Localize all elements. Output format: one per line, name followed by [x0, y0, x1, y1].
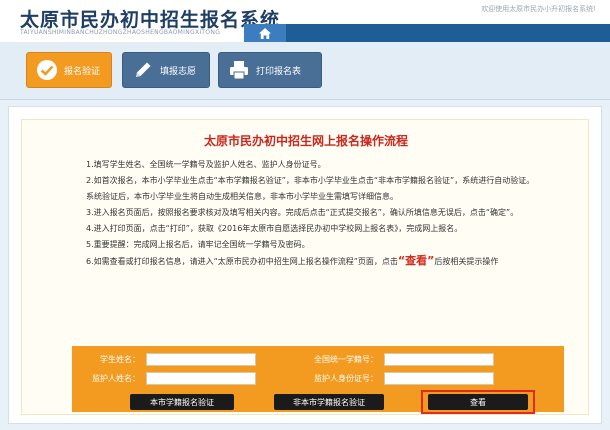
guardian-name-row: 监护人姓名：	[78, 371, 256, 385]
step-6-highlight: “查看”	[397, 254, 435, 267]
step-6-text: 6.如需查看或打印报名信息，请进入“太原市民办初中招生网上报名操作流程”页面，点…	[86, 257, 398, 266]
step-2-note: 系统验证后，本市小学毕业生将自动生成相关信息，非本市小学毕业生需填写详细信息。	[86, 192, 398, 201]
student-name-row: 学生姓名：	[78, 352, 256, 366]
step-6: 6.如需查看或打印报名信息，请进入“太原市民办初中招生网上报名操作流程”页面，点…	[76, 254, 572, 268]
fill-choice-tab-label: 填报志愿	[160, 66, 197, 77]
guardian-id-row: 监护人身份证号：	[298, 371, 494, 385]
home-icon	[259, 27, 271, 39]
verify-tab-label: 报名验证	[64, 66, 101, 77]
nav-bar	[244, 24, 610, 42]
print-tab-button[interactable]: 打印报名表	[218, 52, 322, 88]
guardian-id-label: 监护人身份证号：	[314, 373, 378, 383]
local-verify-button[interactable]: 本市学籍报名验证	[130, 394, 234, 410]
printer-icon	[227, 58, 251, 82]
guardian-name-input[interactable]	[146, 371, 256, 385]
step-6-tail: 后按相关提示操作	[434, 257, 499, 266]
print-tab-label: 打印报名表	[256, 66, 302, 77]
home-button[interactable]	[244, 24, 286, 42]
student-name-label: 学生姓名：	[100, 354, 140, 364]
site-subtitle: TAIYUANSHIMINBANCHUZHONGZHAOSHENGBAOMING…	[20, 29, 221, 36]
student-id-row: 全国统一学籍号：	[298, 352, 494, 366]
welcome-text: 欢迎使用太原市民办小升初报名系统!	[481, 5, 596, 13]
student-id-label: 全国统一学籍号：	[314, 354, 378, 364]
highlight-box	[421, 390, 535, 414]
pencil-icon	[131, 58, 155, 82]
step-4: 4.进入打印页面，点击“打印”，获取《2016年太原市自愿选择民办初中学校网上报…	[86, 224, 463, 233]
fill-choice-tab-button[interactable]: 填报志愿	[122, 52, 210, 88]
process-title: 太原市民办初中招生网上报名操作流程	[203, 134, 408, 148]
step-1: 1.填写学生姓名、全国统一学籍号及监护人姓名、监护人身份证号。	[86, 160, 326, 169]
steps-list: 1.填写学生姓名、全国统一学籍号及监护人姓名、监护人身份证号。 2.如首次报名，…	[76, 158, 572, 271]
step-3: 3.进入报名页面后，按照报名要求核对及填写相关内容。完成后点击“正式提交报名”，…	[86, 208, 519, 217]
checkmark-icon	[35, 58, 59, 82]
student-id-input[interactable]	[384, 352, 494, 366]
step-5: 5.重要提醒：完成网上报名后，请牢记全国统一学籍号及密码。	[86, 240, 310, 249]
content-panel: 太原市民办初中招生网上报名操作流程 1.填写学生姓名、全国统一学籍号及监护人姓名…	[8, 106, 602, 424]
guardian-id-input[interactable]	[384, 371, 494, 385]
student-name-input[interactable]	[146, 352, 256, 366]
nonlocal-verify-button[interactable]: 非本市学籍报名验证	[274, 394, 384, 410]
verify-tab-button[interactable]: 报名验证	[26, 52, 112, 88]
guardian-name-label: 监护人姓名：	[92, 373, 140, 383]
process-panel: 太原市民办初中招生网上报名操作流程 1.填写学生姓名、全国统一学籍号及监护人姓名…	[21, 119, 589, 415]
step-2: 2.如首次报名，本市小学毕业生点击“本市学籍报名验证”，非本市小学毕业生点击“非…	[86, 176, 535, 185]
site-title: 太原市民办初中招生报名系统	[20, 9, 281, 31]
header: 太原市民办初中招生报名系统 TAIYUANSHIMINBANCHUZHONGZH…	[0, 0, 610, 42]
registration-form: 学生姓名： 全国统一学籍号： 监护人姓名： 监护人身份证号： 本市学籍报名验证 …	[72, 346, 564, 414]
toolbar: 报名验证 填报志愿 打印报名表	[0, 42, 610, 100]
